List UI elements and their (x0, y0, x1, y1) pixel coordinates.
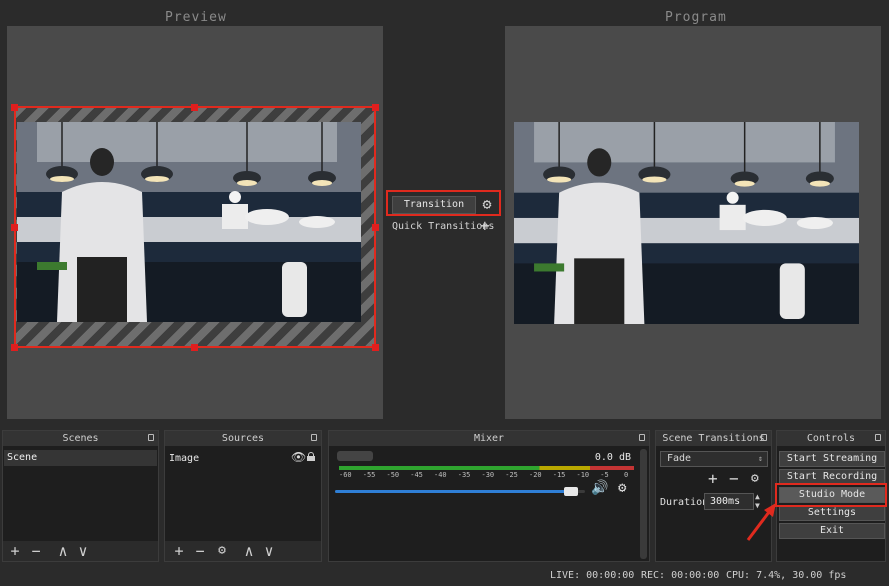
resize-handle-right[interactable] (372, 224, 379, 231)
scene-list-item[interactable]: Scene (4, 450, 157, 466)
annotation-arrow-icon (746, 503, 776, 541)
transition-select[interactable]: Fade ⇕ (660, 451, 768, 467)
meter-tick-label: -45 (410, 471, 423, 479)
resize-handle-bottom[interactable] (191, 344, 198, 351)
minus-icon[interactable]: − (192, 541, 208, 561)
chevron-up-icon[interactable]: ∧ (55, 541, 71, 561)
live-status: LIVE: 00:00:00 (550, 570, 635, 581)
meter-tick-label: -20 (529, 471, 542, 479)
volume-slider-fill (335, 490, 578, 493)
resize-handle-bottom-right[interactable] (372, 344, 379, 351)
transition-button[interactable]: Transition (392, 196, 476, 214)
source-selection-box[interactable] (14, 106, 376, 348)
lock-icon[interactable] (307, 452, 315, 461)
gear-icon[interactable]: ⚙ (618, 480, 626, 496)
meter-tick-label: -25 (505, 471, 518, 479)
gear-icon[interactable]: ⚙ (479, 195, 495, 213)
mixer-dock-header: Mixer (329, 431, 649, 446)
audio-source-name-blurred (337, 451, 373, 461)
source-list-item[interactable]: Image (169, 453, 199, 464)
chevron-down-icon[interactable]: ∨ (261, 541, 277, 561)
program-image (514, 122, 859, 324)
float-dock-icon[interactable] (875, 434, 881, 441)
preview-title: Preview (165, 10, 227, 25)
float-dock-icon[interactable] (761, 434, 767, 441)
status-bar: LIVE: 00:00:00 REC: 00:00:00 CPU: 7.4%, … (0, 566, 889, 586)
minus-icon[interactable]: − (729, 469, 739, 488)
mixer-scrollbar[interactable] (640, 449, 647, 559)
resize-handle-top[interactable] (191, 104, 198, 111)
sources-toolbar: + − ⚙ ∧ ∨ (165, 541, 321, 561)
volume-db-readout: 0.0 dB (594, 452, 631, 463)
meter-tick-label: -50 (386, 471, 400, 479)
sources-dock: Sources Image 👁 + − ⚙ ∧ ∨ (164, 430, 322, 562)
settings-button[interactable]: Settings (779, 505, 885, 521)
chevron-up-icon[interactable]: ∧ (241, 541, 257, 561)
controls-dock-title: Controls (806, 433, 856, 444)
resize-handle-top-right[interactable] (372, 104, 379, 111)
volume-slider[interactable] (335, 487, 585, 496)
program-title: Program (665, 10, 727, 25)
speaker-icon[interactable]: 🔊 (591, 480, 608, 496)
float-dock-icon[interactable] (148, 434, 154, 441)
scenes-dock-title: Scenes (62, 433, 99, 444)
float-dock-icon[interactable] (639, 434, 645, 441)
cpu-status: CPU: 7.4%, 30.00 fps (726, 570, 847, 581)
quick-transitions-label: Quick Transitions (392, 221, 495, 232)
resize-handle-top-left[interactable] (11, 104, 18, 111)
resize-handle-left[interactable] (11, 224, 18, 231)
meter-tick-label: -40 (434, 471, 447, 479)
volume-slider-handle[interactable] (563, 487, 578, 496)
resize-handle-bottom-left[interactable] (11, 344, 18, 351)
duration-label: Duration (660, 497, 709, 508)
meter-ticks: -60 -55 -50 -45 -40 -35 -30 -25 -20 -15 -10 -5 0 (339, 471, 634, 483)
exit-button[interactable]: Exit (779, 523, 885, 539)
volume-meter (339, 466, 634, 470)
rec-status: REC: 00:00:00 (641, 570, 720, 581)
meter-tick-label: -10 (576, 471, 590, 479)
meter-tick-label: -35 (457, 471, 471, 479)
meter-tick-label: -15 (552, 471, 566, 479)
kitchen-photo-program (514, 122, 859, 324)
plus-icon[interactable]: + (7, 541, 23, 561)
meter-tick-label: -5 (600, 471, 609, 479)
scenes-toolbar: + − ∧ ∨ (3, 541, 158, 561)
meter-tick-label: -60 (339, 471, 352, 479)
minus-icon[interactable]: − (28, 541, 44, 561)
mixer-dock: Mixer 0.0 dB -60 -55 -50 -45 -40 -35 -30 -25 -20… (328, 430, 650, 562)
plus-icon[interactable]: + (171, 541, 187, 561)
sources-dock-header: Sources (165, 431, 321, 446)
mixer-dock-title: Mixer (473, 433, 505, 444)
scene-transitions-dock-title: Scene Transitions (662, 433, 765, 444)
scenes-dock-header: Scenes (3, 431, 158, 446)
float-dock-icon[interactable] (311, 434, 317, 441)
gear-icon[interactable]: ⚙ (751, 471, 759, 486)
transition-select-value: Fade (667, 453, 692, 464)
meter-tick-label: -30 (481, 471, 495, 479)
meter-tick-label: -55 (362, 471, 376, 479)
meter-tick-label: 0 (624, 471, 629, 479)
select-arrows-icon: ⇕ (758, 454, 763, 463)
eye-icon[interactable]: 👁 (291, 450, 306, 464)
plus-icon[interactable]: + (480, 216, 490, 235)
controls-dock-header: Controls (777, 431, 885, 446)
plus-icon[interactable]: + (708, 469, 718, 488)
scene-transitions-dock-header: Scene Transitions (656, 431, 771, 446)
gear-icon[interactable]: ⚙ (214, 541, 230, 561)
scenes-dock: Scenes Scene + − ∧ ∨ (2, 430, 159, 562)
studio-mode-highlight (775, 483, 887, 507)
sources-dock-title: Sources (221, 433, 265, 444)
program-canvas (505, 26, 881, 419)
chevron-down-icon[interactable]: ∨ (75, 541, 91, 561)
start-streaming-button[interactable]: Start Streaming (779, 451, 885, 467)
